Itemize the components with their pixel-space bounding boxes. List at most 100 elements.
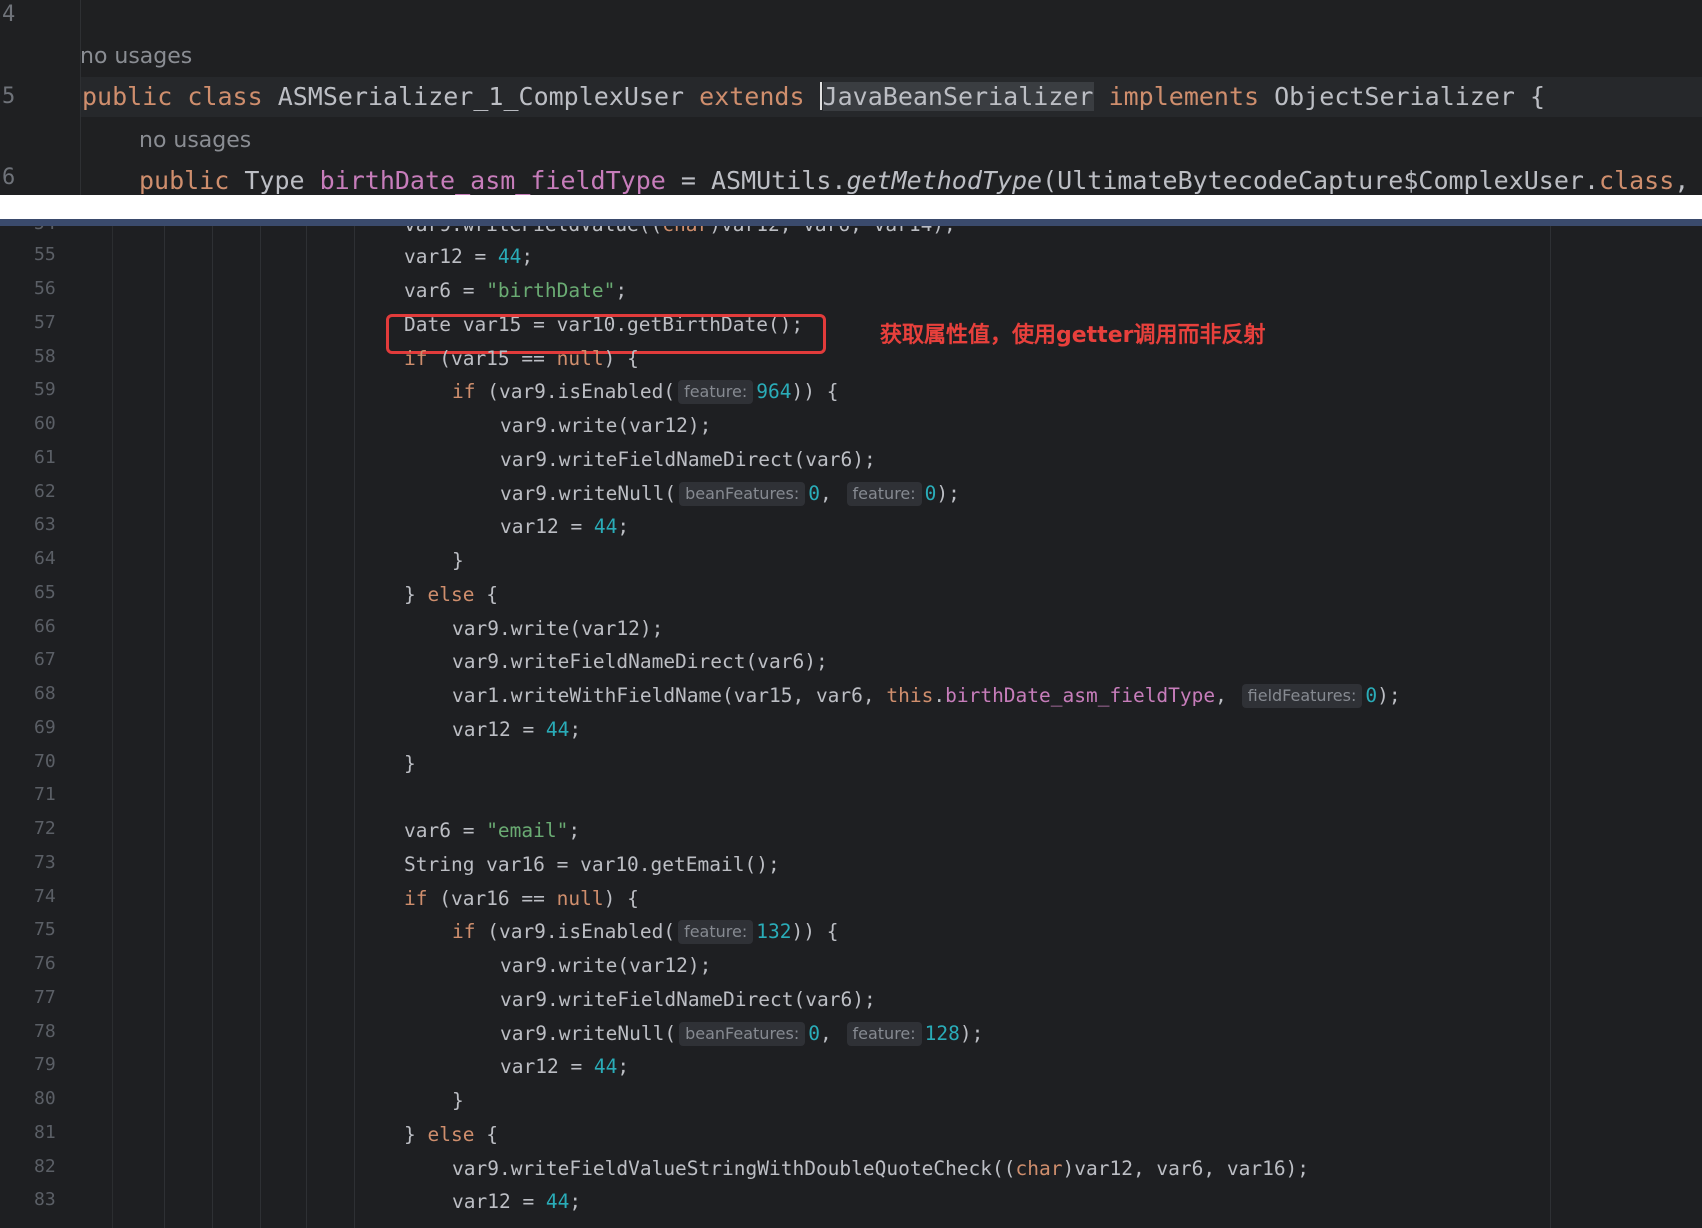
code-text: var9.writeFieldNameDirect(var6); — [452, 650, 828, 673]
number-literal: 44 — [593, 1055, 618, 1078]
code-text: (var15 == — [427, 347, 557, 370]
code-line[interactable]: if (var15 == null) { — [404, 346, 639, 372]
line-number: 57 — [34, 312, 56, 333]
keyword: class — [187, 82, 263, 111]
code-line[interactable]: } — [404, 751, 416, 777]
field-name: birthDate_asm_fieldType — [319, 166, 666, 195]
code-line[interactable]: } else { — [404, 1122, 498, 1148]
code-line[interactable]: var9.writeFieldNameDirect(var6); — [500, 447, 876, 473]
code-line[interactable]: } — [452, 548, 464, 574]
code-text: ; — [568, 819, 581, 842]
code-text: var9.write(var12); — [500, 414, 712, 437]
right-margin-guide — [1550, 226, 1551, 1228]
code-line[interactable]: var9.writeFieldNameDirect(var6); — [452, 649, 828, 675]
line-number: 73 — [34, 852, 56, 873]
string-literal: "birthDate" — [486, 279, 616, 302]
code-text: { — [474, 1123, 498, 1146]
number-literal: 44 — [545, 718, 570, 741]
code-line[interactable]: var9.writeFieldValue((char)var12, var6, … — [404, 226, 956, 238]
code-text: } — [404, 1123, 428, 1146]
code-text: , — [820, 1022, 832, 1045]
code-line[interactable]: var9.write(var12); — [500, 413, 711, 439]
code-line[interactable]: var12 = 44; — [500, 514, 629, 540]
parameter-hint: beanFeatures: — [679, 482, 806, 506]
code-text: )) { — [791, 380, 839, 403]
line-number: 4 — [2, 2, 16, 27]
number-literal: 0 — [808, 1022, 820, 1045]
keyword: if — [452, 920, 476, 943]
field-declaration-line[interactable]: public Type birthDate_asm_fieldType = AS… — [139, 166, 1689, 195]
bottom-editor-panel: 54 55 56 57 58 59 60 61 62 63 64 65 66 6… — [0, 226, 1702, 1228]
line-number: 65 — [34, 582, 56, 603]
code-line[interactable]: var12 = 44; — [404, 244, 533, 270]
code-text: String var16 = var10.getEmail(); — [404, 853, 780, 876]
code-line[interactable]: var6 = "birthDate"; — [404, 278, 627, 304]
keyword: if — [404, 887, 428, 910]
number-literal: 0 — [1365, 684, 1378, 707]
code-line[interactable]: var1.writeWithFieldName(var15, var6, thi… — [452, 683, 1401, 709]
usages-hint[interactable]: no usages — [80, 44, 192, 69]
code-line[interactable]: } — [452, 1088, 464, 1114]
code-text: . — [933, 684, 946, 707]
line-number: 68 — [34, 683, 56, 704]
code-line[interactable]: if (var9.isEnabled(feature: 132)) { — [452, 919, 838, 945]
code-line[interactable]: String var16 = var10.getEmail(); — [404, 852, 780, 878]
code-line[interactable]: var9.write(var12); — [452, 616, 663, 642]
line-number: 80 — [34, 1088, 56, 1109]
code-line[interactable]: var12 = 44; — [452, 717, 581, 743]
field-name: birthDate_asm_fieldType — [945, 684, 1216, 707]
code-text: var12 = — [404, 245, 498, 268]
line-number: 69 — [34, 717, 56, 738]
line-number: 61 — [34, 447, 56, 468]
code-text: ; — [617, 1055, 630, 1078]
image-separator — [0, 195, 1702, 220]
code-text: ; — [569, 1190, 582, 1213]
code-line[interactable]: var9.writeFieldNameDirect(var6); — [500, 987, 876, 1013]
code-text: ) { — [603, 887, 639, 910]
string-literal: "email" — [486, 819, 569, 842]
code-line[interactable]: if (var9.isEnabled(feature: 964)) { — [452, 379, 838, 405]
keyword: this — [886, 684, 934, 707]
line-number: 58 — [34, 346, 56, 367]
line-number: 67 — [34, 649, 56, 670]
parent-class-name[interactable]: JavaBeanSerializer — [822, 82, 1094, 111]
code-line[interactable]: } else { — [404, 582, 498, 608]
code-line[interactable]: var12 = 44; — [452, 1189, 581, 1215]
annotation-label: 获取属性值，使用getter调用而非反射 — [880, 323, 1266, 348]
code-line[interactable]: if (var16 == null) { — [404, 886, 639, 912]
code-text: (UltimateBytecodeCapture$ComplexUser. — [1042, 166, 1600, 195]
top-editor-panel: 4 5 6 no usages public class ASMSerializ… — [0, 0, 1702, 195]
type-name: Type — [229, 166, 320, 195]
code-text: var1.writeWithFieldName(var15, var6, — [452, 684, 887, 707]
keyword: else — [427, 583, 475, 606]
code-line[interactable]: var9.writeNull(beanFeatures: 0, feature: 1… — [500, 1021, 983, 1047]
usages-hint[interactable]: no usages — [139, 128, 251, 153]
code-text: var9.write(var12); — [452, 617, 664, 640]
code-line[interactable]: var9.writeNull(beanFeatures: 0, feature: 0… — [500, 481, 960, 507]
keyword: null — [556, 347, 604, 370]
code-text: } — [404, 752, 416, 775]
indent-guide — [164, 226, 165, 1228]
number-literal: 44 — [545, 1190, 570, 1213]
line-number: 6 — [2, 165, 16, 190]
code-line[interactable]: var6 = "email"; — [404, 818, 580, 844]
code-text: var12 = — [452, 1190, 546, 1213]
line-number: 59 — [34, 379, 56, 400]
code-text: ); — [936, 482, 960, 505]
code-text: var9.write(var12); — [500, 954, 712, 977]
text-cursor — [819, 82, 822, 110]
code-text: var6 = — [404, 279, 487, 302]
code-line[interactable]: var9.writeFieldValueStringWithDoubleQuot… — [452, 1156, 1309, 1182]
parameter-hint: feature: — [678, 380, 754, 404]
separator-bar — [0, 219, 1702, 226]
code-line[interactable]: var9.write(var12); — [500, 953, 711, 979]
code-text: } — [452, 1089, 464, 1112]
keyword: else — [427, 1123, 475, 1146]
number-literal: 132 — [756, 920, 792, 943]
class-declaration-line[interactable]: public class ASMSerializer_1_ComplexUser… — [82, 82, 1545, 111]
code-text: (var9.isEnabled( — [475, 920, 676, 943]
parameter-hint: feature: — [678, 920, 754, 944]
code-line[interactable]: var12 = 44; — [500, 1054, 629, 1080]
code-text: , — [1215, 684, 1227, 707]
number-literal: 44 — [593, 515, 618, 538]
